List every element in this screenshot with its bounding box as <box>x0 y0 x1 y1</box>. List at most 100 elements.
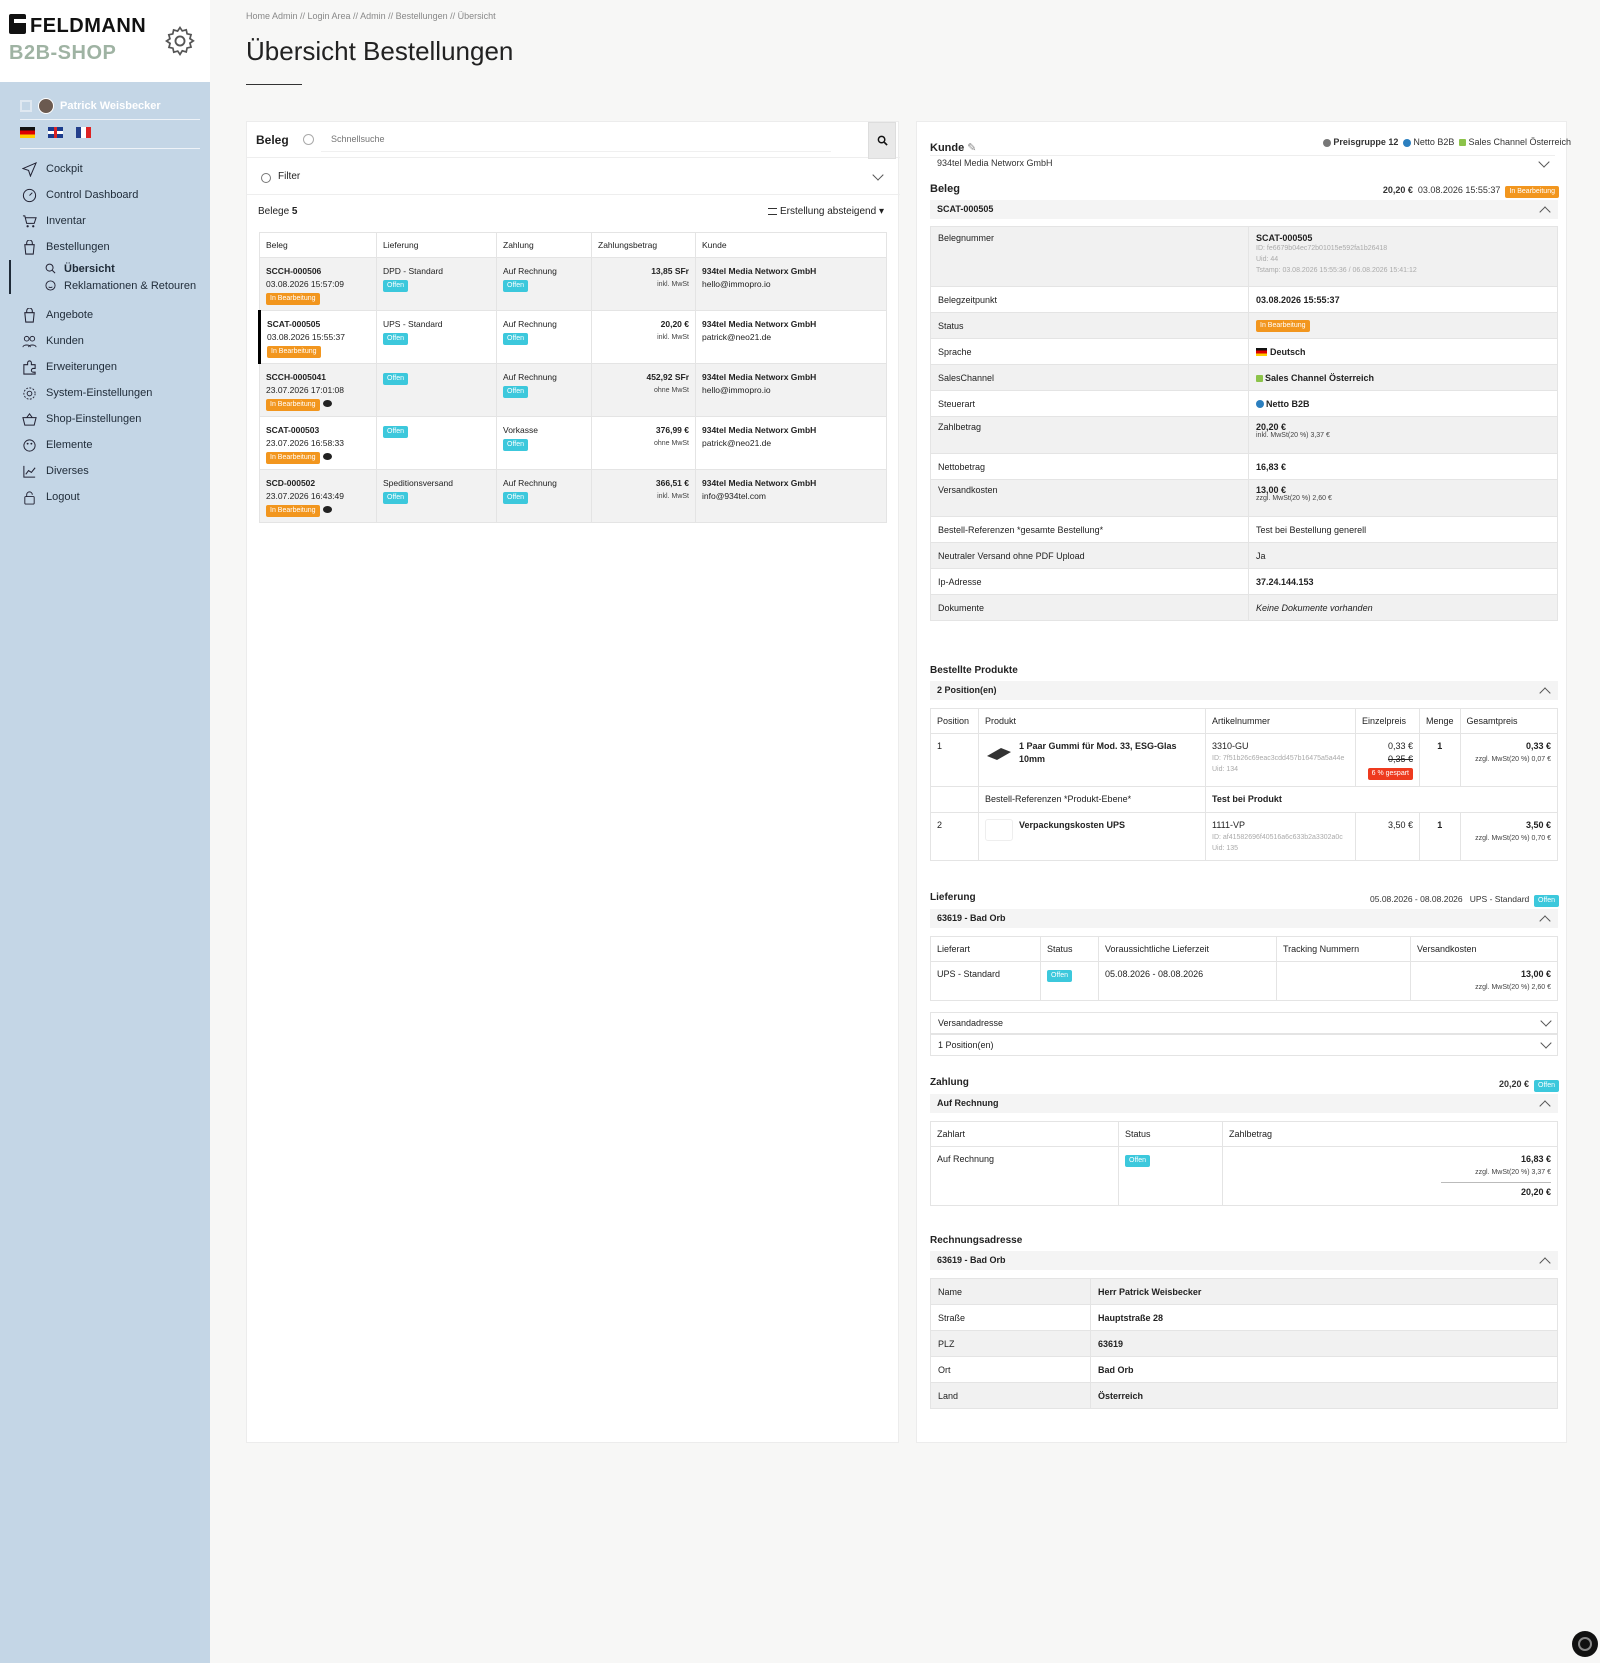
order-customer: 934tel Media Networx GmbH hello@immopro.i… <box>695 257 887 311</box>
col-zahlungsbetrag[interactable]: Zahlungsbetrag <box>591 232 696 258</box>
avatar <box>38 97 54 114</box>
billing-key: Straße <box>930 1304 1091 1331</box>
search-button[interactable] <box>868 122 896 159</box>
nav-inventar[interactable]: Inventar <box>22 208 210 234</box>
order-row[interactable]: SCAT-000503 23.07.2026 16:58:33 In Bearbei… <box>259 416 887 470</box>
col-beleg[interactable]: Beleg <box>259 232 377 258</box>
logo[interactable]: FELDMANN B2B-SHOP <box>0 0 210 82</box>
flag-de-icon[interactable] <box>20 127 35 138</box>
shipping-address-toggle[interactable]: Versandadresse <box>930 1012 1558 1034</box>
settings-gear-icon[interactable] <box>163 24 197 58</box>
order-row[interactable]: SCAT-000505 03.08.2026 15:55:37 In Bearbei… <box>258 310 887 364</box>
product-name[interactable]: Verpackungskosten UPS <box>1019 820 1125 830</box>
payment-header: Zahlung <box>930 1077 969 1088</box>
product-thumbnail[interactable] <box>985 740 1013 762</box>
fingerprint-icon[interactable] <box>1572 1631 1598 1657</box>
comment-icon[interactable] <box>322 400 332 408</box>
tax-amount: zzgl. MwSt(20 %) 3,37 € <box>1475 1169 1551 1176</box>
breadcrumb[interactable]: Home Admin // Login Area // Admin // Bes… <box>246 11 496 21</box>
order-row[interactable]: SCCH-0005041 23.07.2026 17:01:08 In Bearbe… <box>259 363 887 417</box>
nav-erweiterungen[interactable]: Erweiterungen <box>22 354 210 380</box>
order-id[interactable]: SCCH-0005041 <box>266 372 326 382</box>
delivery-positions-toggle[interactable]: 1 Position(en) <box>930 1034 1558 1056</box>
nav-uebersicht[interactable]: Übersicht <box>25 260 210 277</box>
kv-key: Ip-Adresse <box>930 568 1249 595</box>
nav-shop-einstellungen[interactable]: Shop-Einstellungen <box>22 406 210 432</box>
flag-fr-icon[interactable] <box>76 127 91 138</box>
col-tracking: Tracking Nummern <box>1276 936 1411 962</box>
order-id[interactable]: SCCH-000506 <box>266 266 321 276</box>
nav-kunden[interactable]: Kunden <box>22 328 210 354</box>
beleg-section-toggle[interactable]: SCAT-000505 <box>930 200 1558 219</box>
billing-section-toggle[interactable]: 63619 - Bad Orb <box>930 1251 1558 1270</box>
chevron-up-icon <box>1539 1257 1551 1269</box>
order-row[interactable]: SCD-000502 23.07.2026 16:43:49 In Bearbeit… <box>259 469 887 523</box>
sort-dropdown[interactable]: Erstellung absteigend ▾ <box>768 206 884 217</box>
status-badge: Offen <box>503 386 528 398</box>
kv-row: Status In Bearbeitung <box>930 312 1558 339</box>
nav-elemente[interactable]: Elemente <box>22 432 210 458</box>
delivery-row: UPS - Standard Offen 05.08.2026 - 08.08.… <box>930 961 1558 1001</box>
nav-cockpit[interactable]: Cockpit <box>22 156 210 182</box>
nav-diverses[interactable]: Diverses <box>22 458 210 484</box>
nav-label: Inventar <box>46 215 86 227</box>
search-input[interactable] <box>321 126 831 152</box>
edit-pencil-icon[interactable]: ✎ <box>967 142 976 154</box>
product-name[interactable]: 1 Paar Gummi für Mod. 33, ESG-Glas 10mm <box>1019 740 1194 766</box>
nav-submenu: Übersicht Reklamationen & Retouren <box>9 260 210 294</box>
order-row[interactable]: SCCH-000506 03.08.2026 15:57:09 In Bearbei… <box>259 257 887 311</box>
flag-uk-icon[interactable] <box>48 127 63 138</box>
status-badge: Offen <box>383 373 408 385</box>
order-customer: 934tel Media Networx GmbH patrick@neo21.d… <box>695 416 887 470</box>
order-amount: 366,51 € inkl. MwSt <box>591 469 696 523</box>
amount: 366,51 € <box>655 478 689 488</box>
col-zahlung[interactable]: Zahlung <box>496 232 592 258</box>
grid-icon[interactable] <box>20 99 32 112</box>
status-badge: Offen <box>383 426 408 438</box>
nav-logout[interactable]: Logout <box>22 484 210 510</box>
order-id[interactable]: SCD-000502 <box>266 478 315 488</box>
nav-bestellungen[interactable]: Bestellungen <box>22 234 210 260</box>
chevron-down-icon[interactable] <box>1538 156 1550 168</box>
order-id[interactable]: SCAT-000505 <box>267 319 320 329</box>
user-profile[interactable]: Patrick Weisbecker <box>20 92 200 120</box>
delivery-section-toggle[interactable]: 63619 - Bad Orb <box>930 909 1558 928</box>
nav-system-einstellungen[interactable]: System-Einstellungen <box>22 380 210 406</box>
filter-toggle[interactable]: Filter <box>247 159 900 195</box>
nav-angebote[interactable]: Angebote <box>22 302 210 328</box>
empty-cell <box>930 786 979 813</box>
order-delivery: Offen <box>376 416 497 470</box>
payment-method: Auf Rechnung <box>937 1098 999 1108</box>
customer-name[interactable]: 934tel Media Networx GmbH <box>937 158 1053 168</box>
payment-method: Auf Rechnung <box>503 266 557 276</box>
comment-icon[interactable] <box>322 506 332 514</box>
users-icon <box>22 335 37 347</box>
search-bar: Beleg <box>247 122 900 159</box>
products-section-toggle[interactable]: 2 Position(en) <box>930 681 1558 700</box>
beleg-details-table: Belegnummer SCAT-000505 ID: fe6679b04ec72… <box>930 226 1558 621</box>
kv-key: Zahlbetrag <box>930 416 1249 454</box>
delivery-method: DPD - Standard <box>383 266 443 276</box>
kv-value-text: Keine Dokumente vorhanden <box>1256 602 1373 613</box>
col-kunde[interactable]: Kunde <box>695 232 887 258</box>
comment-icon[interactable] <box>322 453 332 461</box>
payment-row: Auf Rechnung Offen 16,83 € zzgl. MwSt(20 … <box>930 1146 1558 1206</box>
tax-type: Netto B2B <box>1413 137 1455 147</box>
order-id[interactable]: SCAT-000503 <box>266 425 319 435</box>
col-produkt: Produkt <box>978 708 1206 734</box>
kv-key: Belegnummer <box>930 226 1249 287</box>
kv-key: Nettobetrag <box>930 453 1249 480</box>
customer-email: hello@immopro.io <box>702 385 771 395</box>
kv-row: Ip-Adresse 37.24.144.153 <box>930 568 1558 595</box>
nav-reklamationen[interactable]: Reklamationen & Retouren <box>25 277 210 294</box>
basket-icon <box>22 412 37 426</box>
user-name: Patrick Weisbecker <box>60 99 161 112</box>
product-sku: 1111-VP ID: af41582696f40516a6c633b2a3302… <box>1205 812 1356 861</box>
nav-label: Angebote <box>46 309 94 321</box>
col-lieferung[interactable]: Lieferung <box>376 232 497 258</box>
nav-control-dashboard[interactable]: Control Dashboard <box>22 182 210 208</box>
product-thumbnail[interactable] <box>985 819 1013 841</box>
kv-value-text: 13,00 € <box>1256 485 1287 495</box>
beleg-timestamp: Tstamp: 03.08.2026 15:55:36 / 06.08.2026… <box>1256 267 1417 274</box>
payment-section-toggle[interactable]: Auf Rechnung <box>930 1094 1558 1113</box>
